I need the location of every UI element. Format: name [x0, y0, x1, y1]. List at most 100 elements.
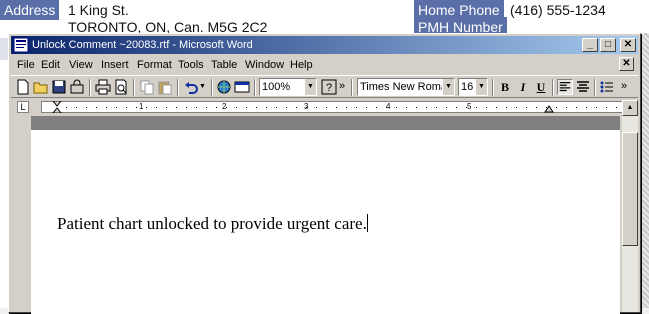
ruler-tick — [146, 107, 147, 108]
ruler-tick — [566, 107, 567, 108]
chevron-down-icon[interactable]: ▼ — [442, 79, 454, 95]
document-text: Patient chart unlocked to provide urgent… — [57, 214, 367, 233]
ruler-tick — [286, 107, 287, 108]
print-icon[interactable] — [95, 79, 111, 95]
zoom-value: 100% — [262, 81, 291, 93]
title-bar[interactable]: Unlock Comment ~20083.rtf - Microsoft Wo… — [11, 36, 638, 54]
menu-edit[interactable]: Edit — [41, 58, 60, 72]
maximize-button[interactable]: □ — [600, 38, 616, 52]
ruler-tick — [486, 107, 487, 108]
bullets-icon[interactable] — [599, 79, 615, 95]
ruler-tick — [376, 107, 377, 108]
copy-icon[interactable] — [139, 79, 155, 95]
ruler-tick — [116, 107, 117, 108]
menu-window[interactable]: Window — [245, 58, 284, 72]
ruler-tick — [436, 107, 437, 108]
italic-button[interactable]: I — [515, 79, 531, 95]
menu-tools[interactable]: Tools — [178, 58, 204, 72]
document-area[interactable]: Patient chart unlocked to provide urgent… — [31, 116, 620, 314]
paste-icon[interactable] — [157, 79, 173, 95]
tab-selector-icon[interactable]: L — [17, 101, 29, 113]
new-document-icon[interactable] — [15, 79, 31, 95]
ruler-tick — [396, 107, 397, 108]
scroll-thumb[interactable] — [622, 132, 638, 246]
ruler-tick — [576, 107, 577, 108]
vertical-scrollbar[interactable]: ▲ — [622, 100, 638, 312]
menu-insert[interactable]: Insert — [101, 58, 129, 72]
ruler-tick — [446, 107, 447, 108]
ruler-tick — [226, 107, 227, 108]
undo-dropdown-icon[interactable]: ▼ — [199, 79, 207, 95]
save-icon[interactable] — [51, 79, 67, 95]
ruler-tick — [366, 107, 367, 108]
underline-button[interactable]: U — [533, 79, 549, 95]
chevron-down-icon[interactable]: ▼ — [304, 79, 316, 95]
document-text-line[interactable]: Patient chart unlocked to provide urgent… — [57, 214, 368, 234]
permission-icon[interactable] — [69, 79, 85, 95]
help-icon[interactable]: ? — [321, 79, 337, 95]
ruler-tick — [216, 107, 217, 108]
hyperlink-icon[interactable] — [216, 79, 232, 95]
font-name-combo[interactable]: Times New Roma ▼ — [357, 78, 455, 96]
toolbar-separator — [89, 79, 91, 96]
close-button[interactable]: ✕ — [620, 38, 636, 52]
ruler-tick — [426, 107, 427, 108]
ruler-tick — [256, 107, 257, 108]
zoom-combo[interactable]: 100% ▼ — [259, 78, 317, 96]
ruler-tick — [66, 107, 67, 108]
text-cursor — [366, 214, 368, 232]
ruler-tick — [336, 107, 337, 108]
menu-format[interactable]: Format — [137, 58, 172, 72]
svg-text:?: ? — [326, 82, 332, 94]
minimize-button[interactable]: _ — [582, 38, 598, 52]
toolbar-separator — [133, 79, 135, 96]
ruler-tick — [86, 107, 87, 108]
horizontal-ruler[interactable]: 1 2 3 4 5 — [41, 101, 629, 113]
menu-file[interactable]: File — [17, 58, 35, 72]
more-buttons-icon[interactable]: » — [621, 79, 629, 95]
ruler-tick — [186, 107, 187, 108]
tables-borders-icon[interactable] — [234, 79, 250, 95]
ruler-tick — [306, 107, 307, 108]
scroll-up-button[interactable]: ▲ — [622, 100, 638, 116]
font-size-combo[interactable]: 16 ▼ — [458, 78, 488, 96]
ruler-tick — [586, 107, 587, 108]
toolbar-separator — [177, 79, 179, 96]
menu-table[interactable]: Table — [211, 58, 237, 72]
word-window[interactable]: Unlock Comment ~20083.rtf - Microsoft Wo… — [8, 33, 641, 314]
ruler-tick — [476, 107, 477, 108]
menu-view[interactable]: View — [69, 58, 93, 72]
vertical-ruler[interactable] — [17, 126, 31, 312]
horizontal-ruler-row: L 1 2 3 4 5 — [11, 100, 638, 114]
open-folder-icon[interactable] — [33, 79, 49, 95]
ruler-tick — [526, 107, 527, 108]
menu-help[interactable]: Help — [290, 58, 313, 72]
ruler-tick — [246, 107, 247, 108]
align-left-icon[interactable] — [557, 79, 573, 95]
ruler-tick — [546, 107, 547, 108]
toolbar-separator — [254, 79, 256, 96]
ruler-tick — [166, 107, 167, 108]
word-document-icon — [13, 37, 29, 53]
ruler-tick — [506, 107, 507, 108]
toolbar-separator — [552, 79, 554, 96]
bold-button[interactable]: B — [497, 79, 513, 95]
ruler-number: 1 — [139, 102, 144, 111]
ruler-tick — [196, 107, 197, 108]
right-indent-marker-icon[interactable] — [544, 103, 554, 113]
document-page[interactable]: Patient chart unlocked to provide urgent… — [31, 130, 620, 314]
address-label: Address — [0, 0, 60, 20]
font-size-value: 16 — [461, 81, 474, 93]
document-close-button[interactable]: ✕ — [619, 57, 634, 71]
align-center-icon[interactable] — [575, 79, 591, 95]
ruler-tick — [316, 107, 317, 108]
print-preview-icon[interactable] — [113, 79, 129, 95]
undo-icon[interactable] — [183, 79, 199, 95]
left-indent-marker-icon[interactable] — [52, 101, 62, 113]
chevron-down-icon[interactable]: ▼ — [475, 79, 487, 95]
ruler-tick — [326, 107, 327, 108]
ruler-tick — [466, 107, 467, 108]
ruler-number: 5 — [467, 102, 472, 111]
more-buttons-icon[interactable]: » — [339, 79, 347, 95]
font-name-value: Times New Roma — [360, 81, 447, 93]
